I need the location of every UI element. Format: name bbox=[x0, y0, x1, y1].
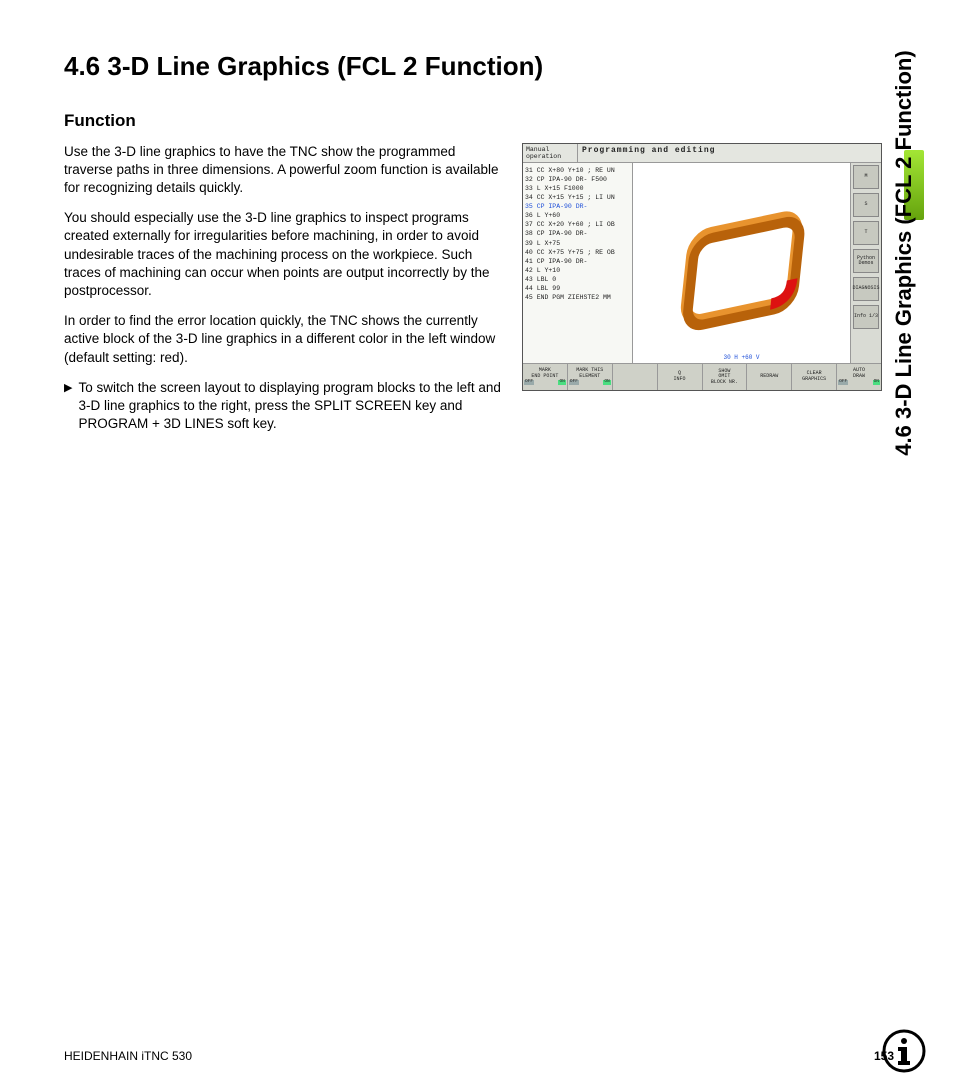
footer-left: HEIDENHAIN iTNC 530 bbox=[64, 1049, 192, 1063]
right-button-bar: MST Python Demos DIAGNOSIS Info 1/3 bbox=[851, 163, 881, 363]
tnc-screenshot: Manual operation Programming and editing… bbox=[522, 143, 882, 391]
program-line: 44 LBL 99 bbox=[525, 284, 630, 293]
graphics-3d-view: 30 H +60 V bbox=[633, 163, 851, 363]
graphics-status: 30 H +60 V bbox=[633, 354, 850, 361]
section-heading: 4.6 3-D Line Graphics (FCL 2 Function) bbox=[64, 50, 894, 83]
program-line: 41 CP IPA-90 DR- bbox=[525, 257, 630, 266]
side-button[interactable]: Python Demos bbox=[853, 249, 879, 273]
side-button[interactable]: Info 1/3 bbox=[853, 305, 879, 329]
side-button[interactable]: M bbox=[853, 165, 879, 189]
program-line: 45 END PGM ZIEHSTE2 MM bbox=[525, 293, 630, 302]
softkey[interactable]: AUTODRAWOFFON bbox=[837, 364, 881, 390]
program-line: 31 CC X+80 Y+10 ; RE UN bbox=[525, 166, 630, 175]
section-heading-text: 4.6 3-D Line Graphics (FCL 2 Function) bbox=[64, 51, 543, 81]
program-line: 43 LBL 0 bbox=[525, 275, 630, 284]
softkey[interactable]: MARK THISELEMENTOFFON bbox=[568, 364, 613, 390]
program-line: 36 L Y+60 bbox=[525, 211, 630, 220]
mode-label: Manual operation bbox=[523, 144, 578, 162]
softkey[interactable]: SHOWOMITBLOCK NR. bbox=[703, 364, 748, 390]
program-line: 42 L Y+10 bbox=[525, 266, 630, 275]
softkey-row: MARKEND POINTOFFONMARK THISELEMENTOFFON Q… bbox=[523, 363, 881, 390]
program-line: 37 CC X+20 Y+60 ; LI OB bbox=[525, 220, 630, 229]
program-line: 40 CC X+75 Y+75 ; RE OB bbox=[525, 248, 630, 257]
bullet-item: ▶ To switch the screen layout to display… bbox=[64, 379, 504, 434]
paragraph: In order to find the error location quic… bbox=[64, 312, 504, 367]
bullet-text: To switch the screen layout to displayin… bbox=[78, 379, 504, 434]
side-button[interactable]: S bbox=[853, 193, 879, 217]
page-footer: HEIDENHAIN iTNC 530 153 bbox=[64, 1049, 894, 1063]
side-button[interactable]: DIAGNOSIS bbox=[853, 277, 879, 301]
program-line: 34 CC X+15 Y+15 ; LI UN bbox=[525, 193, 630, 202]
program-line: 35 CP IPA-90 DR- bbox=[525, 202, 630, 211]
program-line: 32 CP IPA-90 DR- F500 bbox=[525, 175, 630, 184]
paragraph: Use the 3-D line graphics to have the TN… bbox=[64, 143, 504, 198]
softkey[interactable]: MARKEND POINTOFFON bbox=[523, 364, 568, 390]
triangle-bullet-icon: ▶ bbox=[64, 379, 72, 434]
body-text-column: Use the 3-D line graphics to have the TN… bbox=[64, 143, 504, 434]
side-button[interactable]: T bbox=[853, 221, 879, 245]
side-tab-text: 4.6 3-D Line Graphics (FCL 2 Function) bbox=[891, 33, 917, 473]
info-icon bbox=[882, 1029, 926, 1073]
screen-title: Programming and editing bbox=[578, 144, 881, 162]
program-line: 33 L X+15 F1000 bbox=[525, 184, 630, 193]
paragraph: You should especially use the 3-D line g… bbox=[64, 209, 504, 300]
program-listing: 31 CC X+80 Y+10 ; RE UN32 CP IPA-90 DR- … bbox=[523, 163, 633, 363]
program-line: 38 CP IPA-90 DR- bbox=[525, 229, 630, 238]
softkey[interactable]: CLEARGRAPHICS bbox=[792, 364, 837, 390]
softkey[interactable]: QINFO bbox=[658, 364, 703, 390]
softkey[interactable] bbox=[613, 364, 658, 390]
softkey[interactable]: REDRAW bbox=[747, 364, 792, 390]
subheading: Function bbox=[64, 111, 894, 131]
program-line: 39 L X+75 bbox=[525, 239, 630, 248]
